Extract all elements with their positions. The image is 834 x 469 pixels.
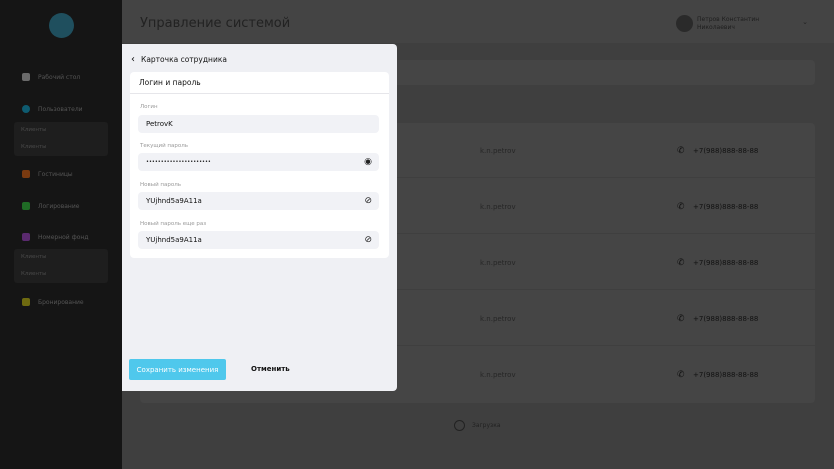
list-icon xyxy=(22,202,30,210)
new-password-label: Новый пароль xyxy=(140,182,181,188)
current-password-input[interactable]: •••••••••••••••••••••• ◉ xyxy=(138,153,379,171)
calendar-icon xyxy=(22,298,30,306)
home-icon xyxy=(22,73,30,81)
hotel-icon xyxy=(22,170,30,178)
loading-indicator: Загрузка xyxy=(454,420,501,431)
cancel-button[interactable]: Отменить xyxy=(251,365,290,373)
current-password-value: •••••••••••••••••••••• xyxy=(146,159,211,165)
login-cell: k.n.petrov xyxy=(480,315,516,323)
login-cell: k.n.petrov xyxy=(480,203,516,211)
back-arrow-icon[interactable]: ‹ xyxy=(131,54,135,65)
login-password-card: Логин и пароль Логин PetrovK Текущий пар… xyxy=(130,72,389,258)
sidebar-item-rooms[interactable]: Номерной фонд xyxy=(0,233,122,241)
loading-text: Загрузка xyxy=(472,422,501,429)
new-password-input[interactable]: YUjhnd5a9A11a ⊘ xyxy=(138,192,379,210)
room-icon xyxy=(22,233,30,241)
eye-off-icon[interactable]: ⊘ xyxy=(364,192,372,210)
section-title: Логин и пароль xyxy=(130,72,389,94)
employee-card-modal: ‹ Карточка сотрудника Логин и пароль Логи… xyxy=(122,44,397,391)
login-cell: k.n.petrov xyxy=(480,371,516,379)
phone-cell: +7(988)888-88-88 xyxy=(693,371,759,379)
phone-cell: +7(988)888-88-88 xyxy=(693,259,759,267)
sidebar-item-logging[interactable]: Логирование xyxy=(0,202,122,210)
login-cell: k.n.petrov xyxy=(480,147,516,155)
rooms-submenu: Клиенты Клиенты xyxy=(14,249,108,283)
eye-off-icon[interactable]: ⊘ xyxy=(364,231,372,249)
current-password-label: Текущий пароль xyxy=(140,143,188,149)
login-cell: k.n.petrov xyxy=(480,259,516,267)
sidebar-item-users[interactable]: Пользователи xyxy=(0,105,122,113)
login-value: PetrovK xyxy=(146,120,173,128)
label: Гостиницы xyxy=(38,170,73,178)
phone-icon: ✆ xyxy=(677,314,685,324)
avatar xyxy=(676,15,693,32)
page-title: Управление системой xyxy=(140,16,291,31)
chevron-down-icon[interactable]: ⌄ xyxy=(802,18,808,26)
label: Номерной фонд xyxy=(38,233,89,241)
save-button[interactable]: Сохранить изменения xyxy=(129,359,226,380)
sidebar-item-hotels[interactable]: Гостиницы xyxy=(0,170,122,178)
label: Бронирование xyxy=(38,298,84,306)
sidebar-item-booking[interactable]: Бронирование xyxy=(0,298,122,306)
phone-cell: +7(988)888-88-88 xyxy=(693,147,759,155)
login-label: Логин xyxy=(140,104,158,110)
header: Управление системой Петров Константин Ник… xyxy=(122,0,834,43)
new-password-value: YUjhnd5a9A11a xyxy=(146,197,202,205)
repeat-password-label: Новый пароль еще раз xyxy=(140,221,207,227)
sidebar-item-desktop[interactable]: Рабочий стол xyxy=(0,73,122,81)
label: Логирование xyxy=(38,202,80,210)
eye-icon[interactable]: ◉ xyxy=(364,153,372,171)
label: Рабочий стол xyxy=(38,73,81,81)
submenu-item[interactable]: Клиенты xyxy=(14,266,108,283)
logo xyxy=(49,13,74,38)
user-name: Петров Константин xyxy=(697,15,760,23)
user-menu[interactable]: Петров Константин Николаевич xyxy=(676,15,759,32)
submenu-item[interactable]: Клиенты xyxy=(14,122,108,139)
label: Пользователи xyxy=(38,105,83,113)
phone-icon: ✆ xyxy=(677,202,685,212)
user-icon xyxy=(22,105,30,113)
submenu-item[interactable]: Клиенты xyxy=(14,249,108,266)
modal-header: ‹ Карточка сотрудника xyxy=(131,54,227,65)
phone-icon: ✆ xyxy=(677,370,685,380)
users-submenu: Клиенты Клиенты xyxy=(14,122,108,156)
phone-icon: ✆ xyxy=(677,146,685,156)
repeat-password-value: YUjhnd5a9A11a xyxy=(146,236,202,244)
login-input[interactable]: PetrovK xyxy=(138,115,379,133)
spinner-icon xyxy=(454,420,465,431)
phone-cell: +7(988)888-88-88 xyxy=(693,315,759,323)
repeat-password-input[interactable]: YUjhnd5a9A11a ⊘ xyxy=(138,231,379,249)
user-name-2: Николаевич xyxy=(697,23,735,31)
modal-title: Карточка сотрудника xyxy=(141,55,227,64)
sidebar: Рабочий стол Пользователи Клиенты Клиенты… xyxy=(0,0,122,469)
phone-icon: ✆ xyxy=(677,258,685,268)
submenu-item[interactable]: Клиенты xyxy=(14,139,108,156)
phone-cell: +7(988)888-88-88 xyxy=(693,203,759,211)
